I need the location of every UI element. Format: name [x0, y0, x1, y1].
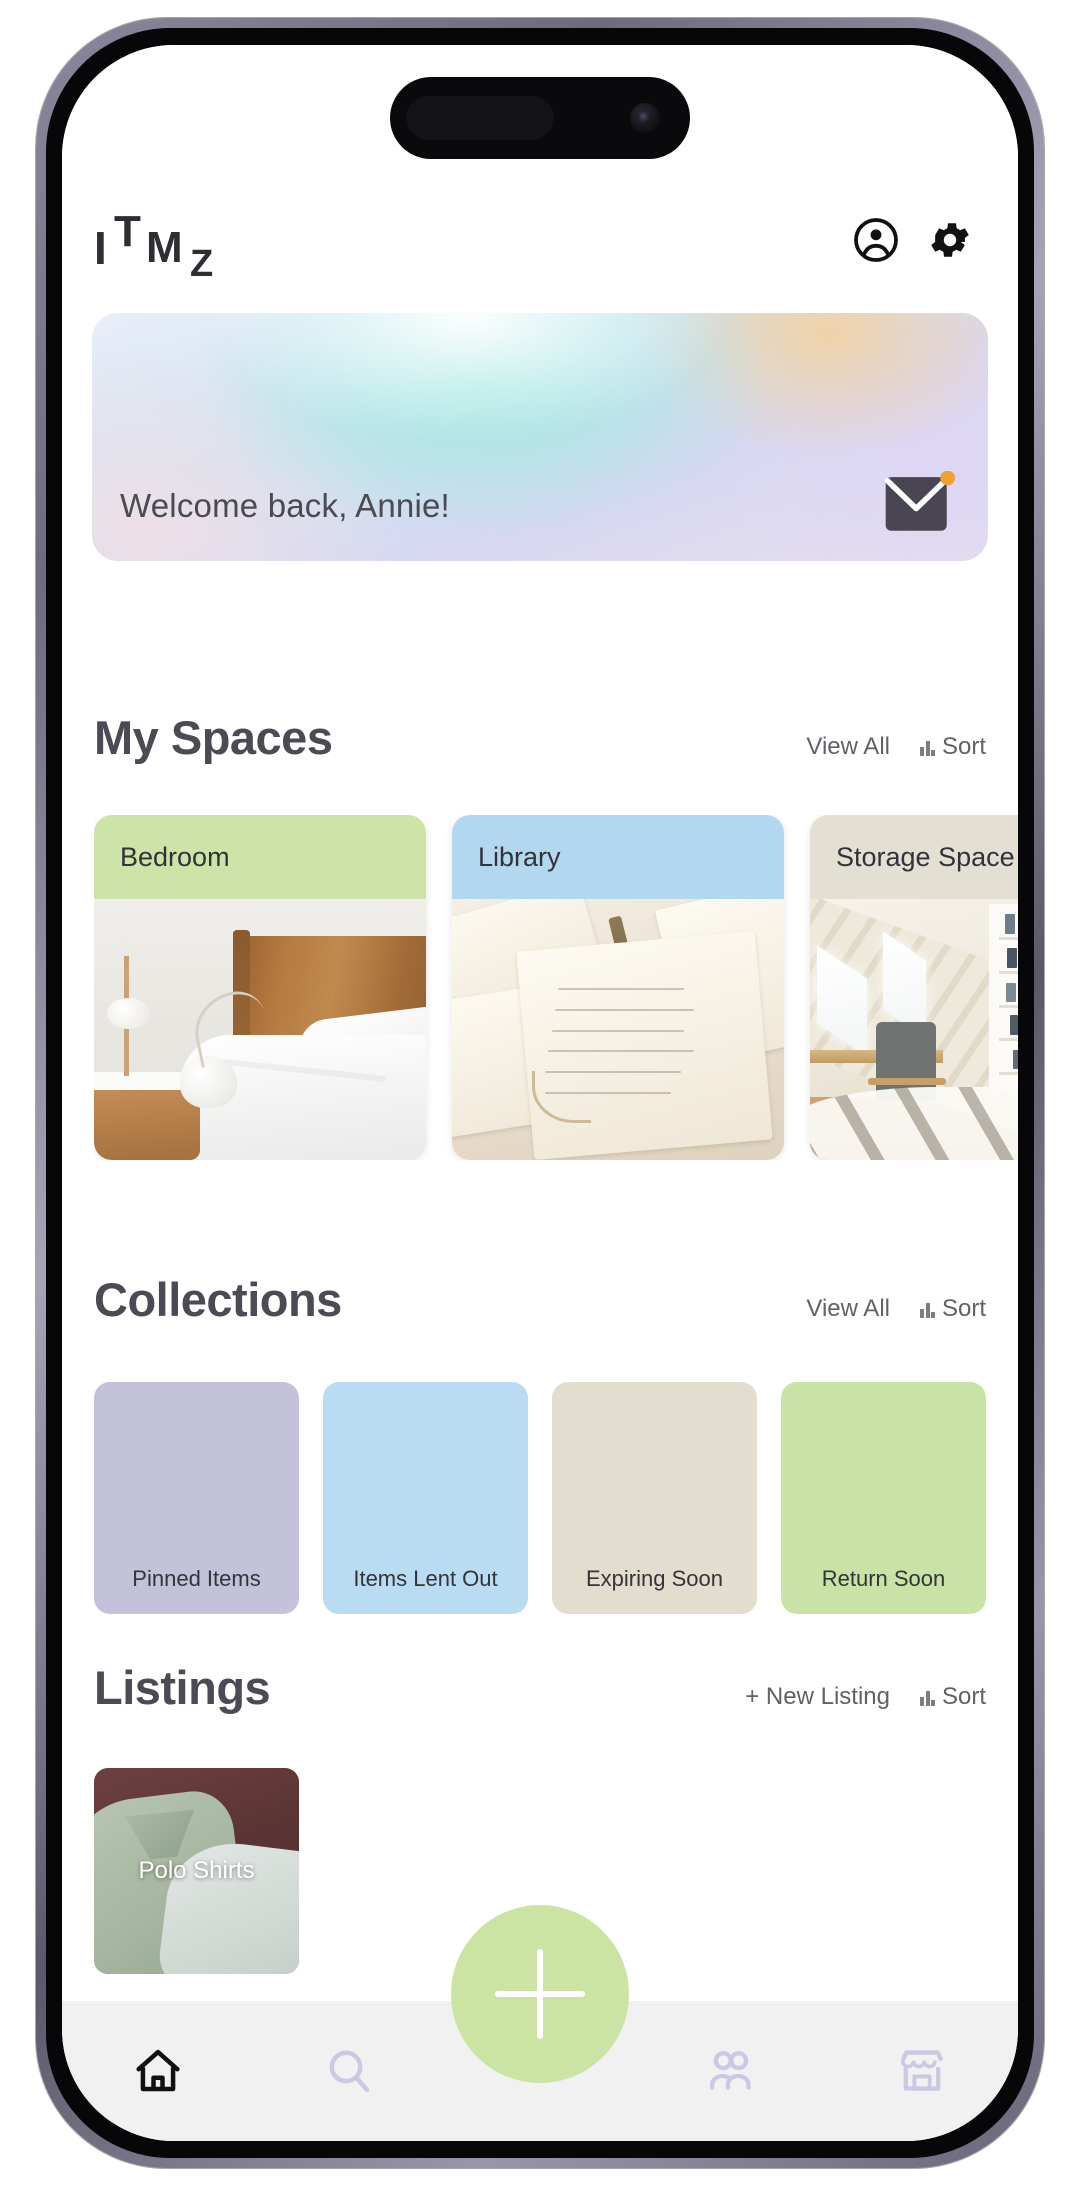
space-photo-library: [452, 899, 784, 1160]
listings-section-header: Listings + New Listing Sort: [94, 1660, 986, 1715]
collection-tile-return-soon[interactable]: Return Soon: [781, 1382, 986, 1614]
collections-carousel[interactable]: Pinned Items Items Lent Out Expiring Soo…: [94, 1382, 1018, 1614]
spaces-sort-button[interactable]: Sort: [919, 733, 986, 761]
collections-section-header: Collections View All Sort: [94, 1272, 986, 1327]
listing-card-polo-shirts[interactable]: Polo Shirts: [94, 1768, 299, 1974]
logo-letter-m: M: [146, 223, 183, 272]
listings-sort-button[interactable]: Sort: [919, 1683, 986, 1711]
header-icon-group: [852, 216, 974, 264]
app-header: I T M Z: [62, 195, 1018, 285]
phone-screen: I T M Z Welcome back, Annie! My Spaces V…: [62, 45, 1018, 2141]
welcome-greeting: Welcome back, Annie!: [120, 487, 450, 524]
collections-sort-button[interactable]: Sort: [919, 1295, 986, 1323]
logo-letter-i: I: [94, 222, 107, 274]
collections-view-all-label: View All: [806, 1295, 890, 1322]
new-listing-button[interactable]: + New Listing: [745, 1683, 890, 1711]
space-label-library: Library: [452, 815, 784, 899]
add-icon-bar: [495, 1991, 585, 1997]
page-title-collections: Collections: [94, 1273, 342, 1326]
home-icon: [135, 2049, 180, 2092]
nav-item-marketplace[interactable]: [827, 2001, 1018, 2141]
collections-actions: View All Sort: [806, 1295, 986, 1323]
welcome-banner: Welcome back, Annie!: [92, 313, 988, 561]
space-photo-storage: [810, 899, 1018, 1160]
new-listing-label: + New Listing: [745, 1683, 890, 1710]
spaces-section-header: My Spaces View All Sort: [94, 710, 986, 765]
nav-item-community[interactable]: [636, 2001, 827, 2141]
collections-view-all-button[interactable]: View All: [806, 1295, 890, 1323]
space-label-storage: Storage Space: [810, 815, 1018, 899]
space-card-library[interactable]: Library: [452, 815, 784, 1160]
listing-label: Polo Shirts: [138, 1857, 255, 1884]
listings-actions: + New Listing Sort: [745, 1683, 986, 1711]
sort-icon: [919, 1689, 935, 1706]
nav-item-home[interactable]: [62, 2001, 253, 2141]
envelope-icon[interactable]: [882, 471, 956, 535]
sort-icon: [919, 1301, 935, 1318]
storefront-icon: [901, 2050, 944, 2091]
logo-letter-t: T: [114, 207, 141, 256]
spaces-carousel[interactable]: Bedroom Library Storage Space: [94, 815, 1018, 1160]
space-card-bedroom[interactable]: Bedroom: [94, 815, 426, 1160]
spaces-sort-label: Sort: [941, 733, 986, 760]
account-circle-icon[interactable]: [852, 216, 900, 264]
page-title-listings: Listings: [94, 1661, 271, 1714]
collection-tile-expiring-soon[interactable]: Expiring Soon: [552, 1382, 757, 1614]
spaces-actions: View All Sort: [806, 733, 986, 761]
app-logo[interactable]: I T M Z: [94, 203, 244, 285]
collection-label: Pinned Items: [132, 1566, 261, 1591]
add-button[interactable]: [451, 1905, 629, 2083]
space-label-bedroom: Bedroom: [94, 815, 426, 899]
spaces-view-all-label: View All: [806, 733, 890, 760]
spaces-view-all-button[interactable]: View All: [806, 733, 890, 761]
logo-letter-z: Z: [190, 243, 213, 285]
listings-sort-label: Sort: [941, 1683, 986, 1710]
people-icon: [710, 2051, 751, 2090]
nav-item-search[interactable]: [253, 2001, 444, 2141]
space-photo-bedroom: [94, 899, 426, 1160]
sort-icon: [919, 739, 935, 756]
collections-sort-label: Sort: [941, 1295, 986, 1322]
collection-label: Return Soon: [821, 1566, 946, 1591]
dynamic-island: [390, 77, 690, 159]
page-title-spaces: My Spaces: [94, 711, 333, 764]
earpiece-speaker: [406, 96, 554, 140]
collection-label: Items Lent Out: [353, 1566, 498, 1591]
front-camera: [630, 103, 660, 133]
collection-label: Expiring Soon: [586, 1566, 723, 1591]
collection-tile-pinned-items[interactable]: Pinned Items: [94, 1382, 299, 1614]
notification-dot: [940, 471, 956, 486]
app-content: I T M Z Welcome back, Annie! My Spaces V…: [62, 45, 1018, 2141]
space-card-storage[interactable]: Storage Space: [810, 815, 1018, 1160]
collection-tile-items-lent-out[interactable]: Items Lent Out: [323, 1382, 528, 1614]
search-icon: [329, 2050, 370, 2093]
gear-icon[interactable]: [926, 216, 974, 264]
